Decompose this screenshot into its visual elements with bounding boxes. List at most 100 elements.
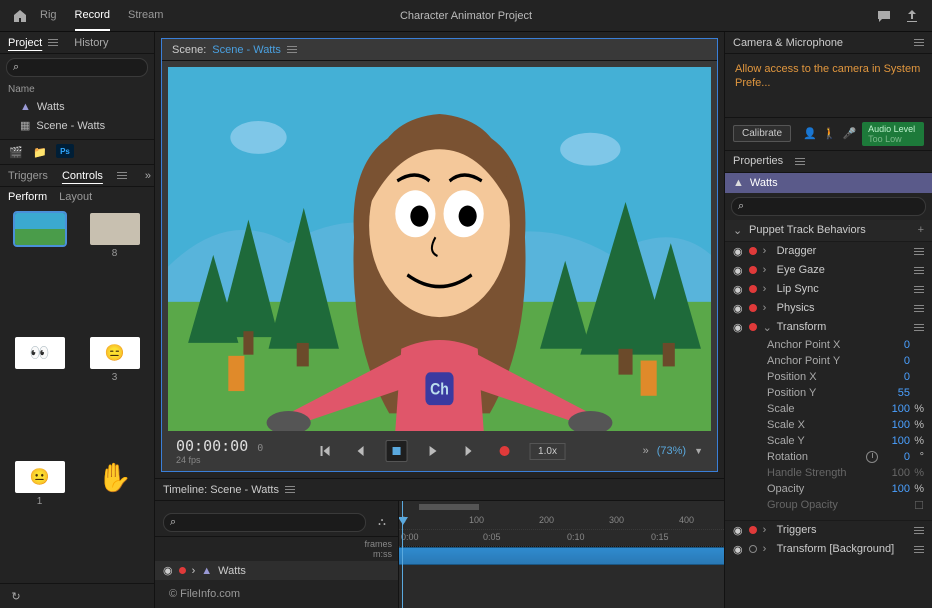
behavior-lipsync[interactable]: Lip Sync (725, 280, 932, 299)
arm-icon[interactable] (749, 285, 757, 293)
visibility-icon[interactable] (733, 302, 743, 315)
folder-icon[interactable]: 📁 (32, 144, 48, 160)
visibility-icon[interactable] (733, 524, 743, 537)
stop-button[interactable] (385, 440, 407, 462)
step-back-button[interactable] (349, 440, 371, 462)
webcam-icon[interactable]: 👤 (803, 126, 817, 142)
prop-opacity[interactable]: Opacity100% (725, 481, 932, 497)
panel-menu-icon[interactable] (914, 39, 924, 46)
tab-perform[interactable]: Perform (8, 191, 47, 203)
refresh-icon[interactable]: ↻ (8, 588, 24, 604)
history-tab[interactable]: History (74, 37, 108, 49)
timeline-menu-icon[interactable] (285, 486, 295, 493)
fit-percent[interactable]: (73%) (657, 445, 686, 457)
timeline-search[interactable]: ⌕ (163, 513, 366, 532)
chevron-down-icon[interactable] (763, 321, 771, 334)
prop-scale-y[interactable]: Scale Y100% (725, 433, 932, 449)
prop-pos-x[interactable]: Position X0 (725, 369, 932, 385)
control-thumb[interactable]: 😑3 (81, 337, 148, 453)
timeline-filter-icon[interactable]: ⛬ (374, 515, 390, 531)
panel-menu-icon[interactable] (795, 158, 805, 165)
tab-triggers[interactable]: Triggers (8, 170, 48, 182)
visibility-icon[interactable] (733, 264, 743, 277)
timeline-ruler[interactable]: 0 100 200 300 400 500 600 0:00 0:05 0:10 (399, 513, 724, 547)
step-fwd-button[interactable] (457, 440, 479, 462)
chevron-right-icon[interactable] (763, 302, 771, 314)
prop-pos-y[interactable]: Position Y55 (725, 385, 932, 401)
prop-scale-x[interactable]: Scale X100% (725, 417, 932, 433)
chevron-right-icon[interactable] (763, 543, 771, 555)
row-menu-icon[interactable] (914, 324, 924, 331)
scene-menu-icon[interactable] (287, 46, 297, 53)
row-menu-icon[interactable] (914, 305, 924, 312)
chevron-right-icon[interactable] (763, 524, 771, 536)
mic-icon[interactable]: 🎤 (842, 126, 856, 142)
go-start-button[interactable] (313, 440, 335, 462)
expand-icon[interactable]: » (643, 445, 649, 457)
arm-icon[interactable] (749, 323, 757, 331)
arm-icon[interactable] (749, 266, 757, 274)
prop-rotation[interactable]: Rotation0° (725, 449, 932, 465)
control-thumb[interactable]: 😐1 (6, 461, 73, 577)
project-search-input[interactable] (23, 62, 165, 74)
behavior-triggers[interactable]: Triggers (725, 520, 932, 540)
tab-controls[interactable]: Controls (62, 170, 103, 182)
control-thumb[interactable]: ✋ (81, 461, 148, 577)
project-tab[interactable]: Project (8, 37, 42, 49)
chevron-right-icon[interactable] (763, 283, 771, 295)
share-icon[interactable] (904, 8, 920, 24)
arm-icon[interactable] (749, 545, 757, 553)
timeline-clip[interactable] (399, 547, 724, 565)
panel-menu-icon[interactable] (48, 39, 58, 46)
walk-icon[interactable]: 🚶 (823, 126, 837, 142)
tab-rig[interactable]: Rig (40, 1, 57, 31)
arm-icon[interactable] (749, 526, 757, 534)
behavior-eyegaze[interactable]: Eye Gaze (725, 261, 932, 280)
control-thumb[interactable]: 8 (81, 213, 148, 329)
add-behavior-icon[interactable]: + (918, 224, 924, 236)
tab-layout[interactable]: Layout (59, 191, 92, 203)
row-menu-icon[interactable] (914, 267, 924, 274)
fit-dropdown-icon[interactable]: ▼ (694, 446, 703, 456)
home-icon[interactable] (12, 8, 28, 24)
behavior-dragger[interactable]: Dragger (725, 242, 932, 261)
project-item-watts[interactable]: ▲ Watts (0, 98, 154, 116)
expand-track-icon[interactable] (192, 565, 196, 577)
panel-menu-icon[interactable] (117, 172, 127, 179)
row-menu-icon[interactable] (914, 527, 924, 534)
arm-record-icon[interactable] (179, 567, 186, 574)
playhead[interactable] (402, 501, 403, 608)
visibility-icon[interactable] (733, 283, 743, 296)
zoom-level[interactable]: 1.0x (529, 443, 566, 460)
timeline-track-header[interactable]: ▲ Watts (155, 561, 398, 580)
row-menu-icon[interactable] (914, 286, 924, 293)
chevron-down-icon[interactable] (733, 224, 743, 237)
properties-search[interactable]: ⌕ (731, 197, 926, 216)
tab-stream[interactable]: Stream (128, 1, 163, 31)
puppet-behaviors-section[interactable]: Puppet Track Behaviors + (725, 220, 932, 242)
chat-icon[interactable] (876, 8, 892, 24)
chevron-right-icon[interactable]: » (145, 170, 151, 182)
record-button[interactable] (493, 440, 515, 462)
arm-icon[interactable] (749, 304, 757, 312)
stopwatch-icon[interactable] (866, 451, 878, 463)
control-thumb[interactable] (6, 213, 73, 329)
prop-anchor-y[interactable]: Anchor Point Y0 (725, 353, 932, 369)
chevron-right-icon[interactable] (763, 245, 771, 257)
row-menu-icon[interactable] (914, 546, 924, 553)
photoshop-icon[interactable]: Ps (56, 144, 74, 158)
visibility-icon[interactable] (163, 564, 173, 577)
visibility-icon[interactable] (733, 321, 743, 334)
chevron-right-icon[interactable] (763, 264, 771, 276)
calibrate-button[interactable]: Calibrate (733, 125, 791, 142)
behavior-physics[interactable]: Physics (725, 299, 932, 318)
scene-name[interactable]: Scene - Watts (212, 44, 281, 56)
timeline-tracks[interactable]: 0 100 200 300 400 500 600 0:00 0:05 0:10 (399, 501, 724, 608)
visibility-icon[interactable] (733, 543, 743, 556)
stage[interactable]: Ch (168, 67, 711, 431)
visibility-icon[interactable] (733, 245, 743, 258)
prop-anchor-x[interactable]: Anchor Point X0 (725, 337, 932, 353)
puppet-name-header[interactable]: ▲ Watts (725, 173, 932, 193)
row-menu-icon[interactable] (914, 248, 924, 255)
tab-record[interactable]: Record (75, 1, 110, 31)
